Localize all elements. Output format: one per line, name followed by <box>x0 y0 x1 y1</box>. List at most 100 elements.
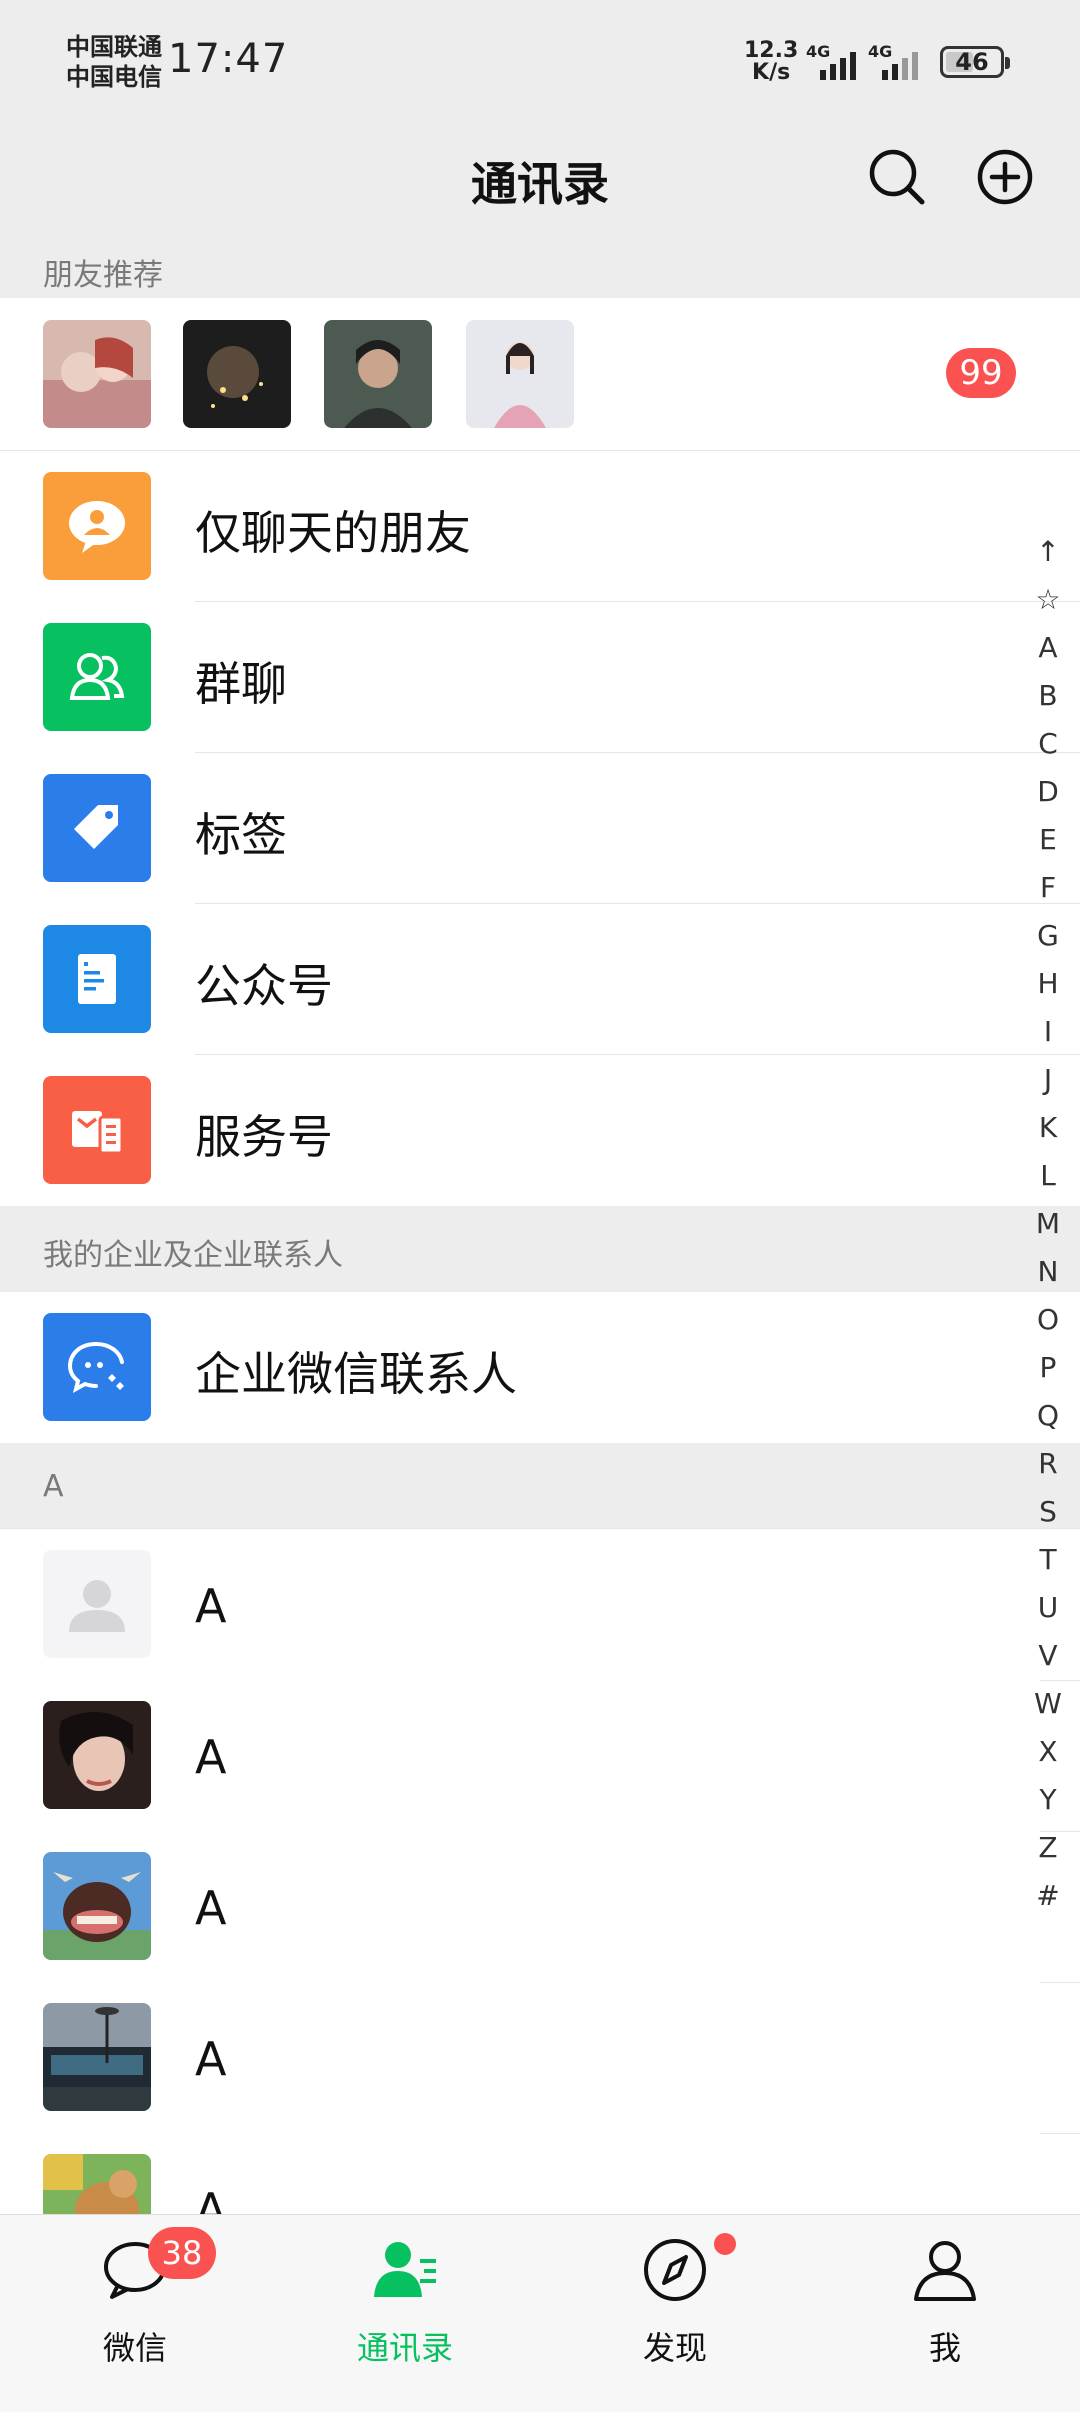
alphabet-index-letter[interactable]: R <box>1020 1440 1076 1488</box>
service-account-icon <box>43 1076 151 1184</box>
bottom-nav: 38 微信 通讯录 发现 我 <box>0 2214 1080 2412</box>
recommend-avatar-4 <box>466 320 574 428</box>
entry-label: 服务号 <box>195 1110 333 1164</box>
contact-avatar <box>43 2003 151 2111</box>
entry-label: 企业微信联系人 <box>195 1347 517 1401</box>
alphabet-index-letter[interactable]: S <box>1020 1488 1076 1536</box>
contact-name: A <box>195 1730 227 1784</box>
contact-name: A <box>195 1881 227 1935</box>
network-speed-value: 12.3 <box>744 38 799 63</box>
alphabet-index-letter[interactable]: N <box>1020 1248 1076 1296</box>
recommend-avatar-3 <box>324 320 432 428</box>
unread-badge: 38 <box>148 2227 216 2279</box>
section-label: 我的企业及企业联系人 <box>43 1238 343 1273</box>
contact-avatar <box>43 1701 151 1809</box>
contact-item[interactable]: A <box>0 1982 1040 2133</box>
alphabet-index-letter[interactable]: P <box>1020 1344 1076 1392</box>
tab-me[interactable]: 我 <box>810 2215 1080 2412</box>
alphabet-index-letter[interactable]: ☆ <box>1020 576 1076 624</box>
carrier-labels: 中国联通 中国电信 <box>66 32 162 92</box>
signal-2-icon: 4G <box>868 42 932 82</box>
alphabet-index-letter[interactable]: K <box>1020 1104 1076 1152</box>
alphabet-index-letter[interactable]: G <box>1020 912 1076 960</box>
alphabet-index-letter[interactable]: L <box>1020 1152 1076 1200</box>
contact-item[interactable]: A <box>0 1529 1040 1680</box>
alphabet-index-letter[interactable]: D <box>1020 768 1076 816</box>
section-label: 朋友推荐 <box>43 258 163 293</box>
alphabet-index-letter[interactable]: J <box>1020 1056 1076 1104</box>
alphabet-index-letter[interactable]: M <box>1020 1200 1076 1248</box>
battery-level: 46 <box>955 48 989 76</box>
network-speed: 12.3 K/s <box>744 40 798 84</box>
entry-group-chats[interactable]: 群聊 <box>0 602 1040 753</box>
alphabet-index-letter[interactable]: Y <box>1020 1776 1076 1824</box>
entry-chat-only-friends[interactable]: 仅聊天的朋友 <box>0 451 1040 602</box>
tab-discover[interactable]: 发现 <box>540 2215 810 2412</box>
contact-item[interactable]: A <box>0 1831 1040 1982</box>
alphabet-index-letter[interactable]: U <box>1020 1584 1076 1632</box>
section-header-letter: A <box>0 1443 1080 1529</box>
alphabet-index-letter[interactable]: X <box>1020 1728 1076 1776</box>
wecom-icon <box>43 1313 151 1421</box>
entry-label: 群聊 <box>195 657 287 711</box>
alphabet-index-letter[interactable]: ↑ <box>1020 528 1076 576</box>
section-header-recommend: 朋友推荐 <box>0 238 1080 298</box>
alphabet-index-letter[interactable]: W <box>1020 1680 1076 1728</box>
friend-recommend-row[interactable]: 99 <box>0 298 1080 450</box>
contact-avatar <box>43 1550 151 1658</box>
network-speed-unit: K/s <box>752 60 791 85</box>
new-content-dot <box>714 2233 736 2255</box>
alphabet-index-letter[interactable]: O <box>1020 1296 1076 1344</box>
tag-icon <box>43 774 151 882</box>
top-app-bar: 通讯录 <box>0 120 1080 238</box>
tab-label: 微信 <box>102 2329 167 2367</box>
add-circle-icon <box>977 149 1033 205</box>
section-header-enterprise: 我的企业及企业联系人 <box>0 1206 1080 1292</box>
tab-chats[interactable]: 38 微信 <box>0 2215 270 2412</box>
default-avatar-icon <box>69 1580 125 1632</box>
person-icon <box>914 2241 976 2301</box>
contact-name: A <box>195 1579 227 1633</box>
chat-only-friends-icon <box>43 472 151 580</box>
status-time: 17:47 <box>168 36 289 82</box>
entry-tags[interactable]: 标签 <box>0 753 1040 904</box>
tab-label: 通讯录 <box>356 2329 453 2367</box>
contact-avatar <box>43 1852 151 1960</box>
entry-service-accounts[interactable]: 服务号 <box>0 1055 1040 1206</box>
contact-name: A <box>195 2032 227 2086</box>
entry-official-accounts[interactable]: 公众号 <box>0 904 1040 1055</box>
add-button[interactable] <box>970 142 1040 212</box>
alphabet-index-letter[interactable]: # <box>1020 1872 1076 1920</box>
tab-label: 发现 <box>642 2329 707 2367</box>
recommend-avatar-2 <box>183 320 291 428</box>
tab-label: 我 <box>928 2329 961 2367</box>
entry-label: 仅聊天的朋友 <box>195 506 471 560</box>
official-account-icon <box>43 925 151 1033</box>
status-bar: 中国联通 中国电信 17:47 12.3 K/s 4G 4G 46 <box>0 0 1080 120</box>
battery-icon: 46 <box>940 46 1010 78</box>
alphabet-index-letter[interactable]: Z <box>1020 1824 1076 1872</box>
alphabet-index-letter[interactable]: A <box>1020 624 1076 672</box>
alphabet-index-letter[interactable]: E <box>1020 816 1076 864</box>
recommend-count-badge: 99 <box>946 348 1016 398</box>
alphabet-index-letter[interactable]: B <box>1020 672 1076 720</box>
tab-contacts[interactable]: 通讯录 <box>270 2215 540 2412</box>
group-chat-icon <box>43 623 151 731</box>
signal-1-icon: 4G <box>806 42 870 82</box>
alphabet-index-letter[interactable]: I <box>1020 1008 1076 1056</box>
contacts-icon <box>374 2242 436 2297</box>
entry-wecom-contacts[interactable]: 企业微信联系人 <box>0 1292 1040 1443</box>
search-icon <box>869 149 925 205</box>
search-button[interactable] <box>862 142 932 212</box>
compass-icon <box>644 2239 706 2301</box>
alphabet-index-letter[interactable]: Q <box>1020 1392 1076 1440</box>
alphabet-index-letter[interactable]: F <box>1020 864 1076 912</box>
entry-label: 标签 <box>195 808 287 862</box>
alphabet-index[interactable]: ↑ ☆ A B C D E F G H I J K L M N O P Q R S T U V W X Y Z # <box>1020 528 1076 1920</box>
alphabet-index-letter[interactable]: T <box>1020 1536 1076 1584</box>
contact-item[interactable]: A <box>0 1680 1040 1831</box>
alphabet-index-letter[interactable]: H <box>1020 960 1076 1008</box>
alphabet-index-letter[interactable]: C <box>1020 720 1076 768</box>
entry-label: 公众号 <box>195 959 333 1013</box>
alphabet-index-letter[interactable]: V <box>1020 1632 1076 1680</box>
